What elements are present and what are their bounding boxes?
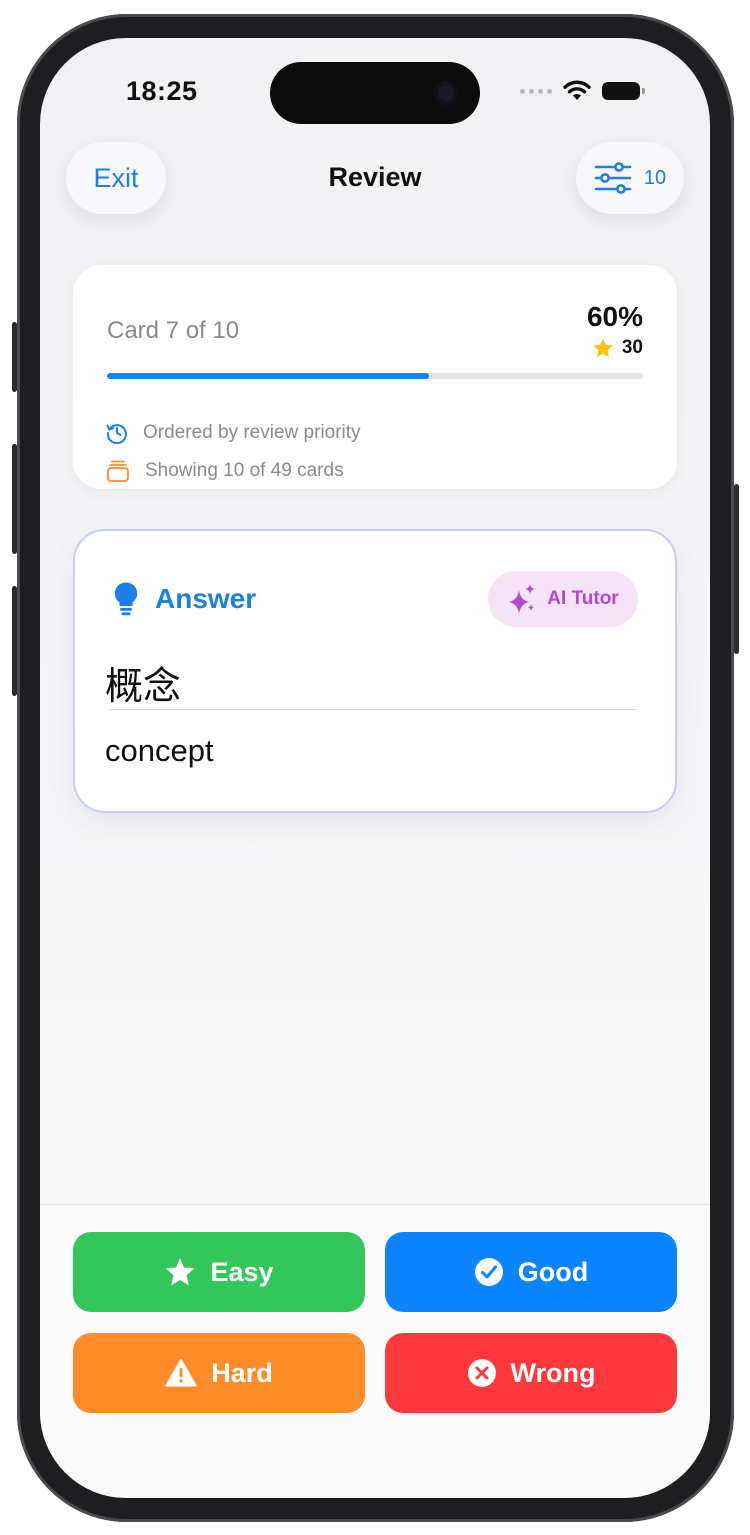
star-count: 30 <box>621 337 643 358</box>
showing-row: Showing 10 of 49 cards <box>105 459 344 483</box>
hard-button[interactable]: Hard <box>73 1333 365 1413</box>
dynamic-island <box>270 62 480 124</box>
easy-button[interactable]: Easy <box>73 1232 365 1312</box>
sparkles-icon <box>509 584 536 614</box>
answer-label: Answer <box>155 583 257 614</box>
checkmark-circle-icon <box>474 1258 503 1286</box>
volume-down-button <box>12 586 17 696</box>
warning-triangle-icon <box>165 1359 197 1387</box>
star-score: 30 <box>592 337 643 359</box>
filter-count: 10 <box>643 166 667 189</box>
good-label: Good <box>517 1256 589 1287</box>
status-time: 18:25 <box>126 76 198 106</box>
ai-tutor-label: AI Tutor <box>547 588 619 609</box>
ai-tutor-button[interactable]: AI Tutor <box>488 571 638 627</box>
order-row: Ordered by review priority <box>105 421 361 445</box>
good-button[interactable]: Good <box>385 1232 677 1312</box>
card-position: Card 7 of 10 <box>107 317 240 344</box>
showing-text: Showing 10 of 49 cards <box>145 460 344 481</box>
power-button <box>734 484 739 654</box>
star-icon <box>593 338 613 358</box>
battery-icon <box>602 82 645 100</box>
progress-card: Card 7 of 10 60% 30 Ordered by review pr… <box>73 265 677 489</box>
answer-term: 概念 <box>105 664 182 708</box>
answer-divider <box>109 709 637 710</box>
volume-up-button <box>12 444 17 554</box>
x-circle-icon <box>467 1359 496 1387</box>
cards-stack-icon <box>107 460 129 482</box>
lightbulb-icon <box>114 582 138 616</box>
wifi-icon <box>563 80 591 100</box>
progress-percent: 60% <box>586 301 643 332</box>
progress-bar <box>107 373 643 379</box>
answer-card[interactable]: Answer AI Tutor 概念 concept <box>73 529 677 813</box>
cellular-signal-icon <box>520 88 552 94</box>
filter-button[interactable]: 10 <box>576 142 684 214</box>
answer-header: Answer <box>113 581 256 617</box>
wrong-button[interactable]: Wrong <box>385 1333 677 1413</box>
easy-label: Easy <box>210 1256 274 1287</box>
sliders-icon <box>594 162 632 194</box>
star-icon <box>166 1258 195 1286</box>
status-indicators <box>520 80 645 102</box>
action-button <box>12 322 17 392</box>
progress-fill <box>107 373 429 379</box>
camera-icon <box>434 81 458 105</box>
answer-meaning: concept <box>105 733 214 768</box>
clock-history-icon <box>106 424 127 445</box>
hard-label: Hard <box>211 1357 273 1388</box>
order-text: Ordered by review priority <box>143 422 361 443</box>
screen: 18:25 Exit Review 10 Card 7 of 10 60% 30… <box>40 38 710 1498</box>
grading-footer: Easy Good Hard Wrong <box>40 1204 710 1441</box>
wrong-label: Wrong <box>510 1357 596 1388</box>
